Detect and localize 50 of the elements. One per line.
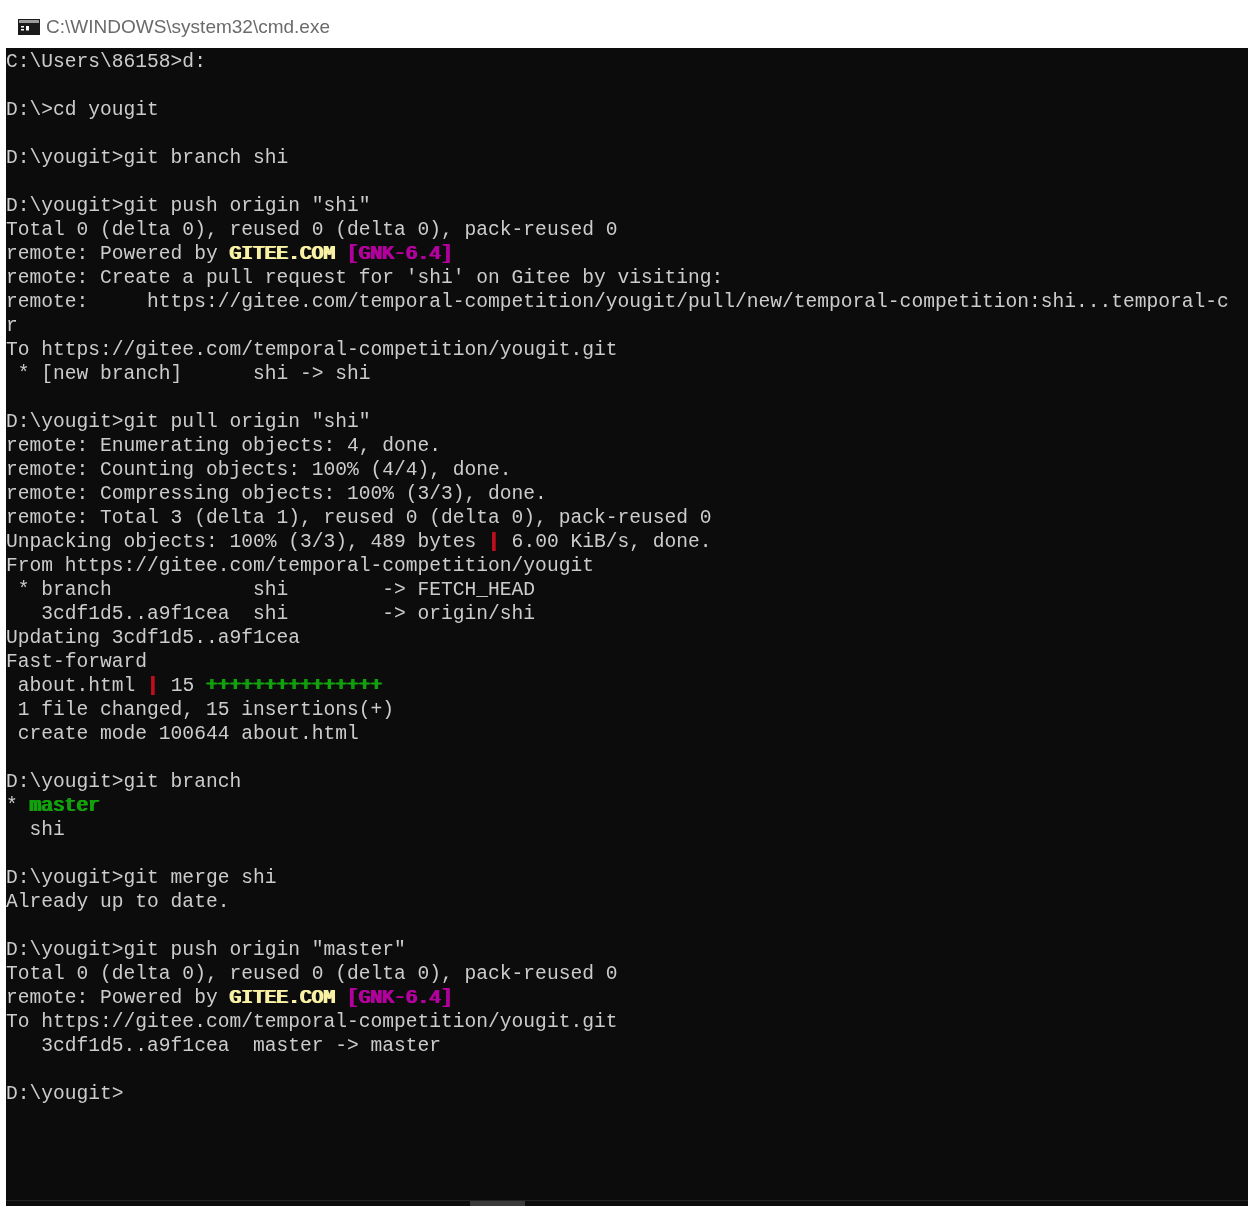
console-text: Unpacking objects: 100% (3/3), 489 bytes	[6, 531, 478, 553]
console-text: remote: https://gitee.com/temporal-competition/yougit/pull/new/temporal-competition:shi...temporal-c	[6, 291, 1229, 313]
console-text: Total 0 (delta 0), reused 0 (delta 0), pack-reused 0	[6, 963, 618, 985]
console-text: D:\yougit>git merge shi	[6, 867, 277, 889]
console-text: 15	[169, 675, 196, 697]
highlighted-text: |	[147, 675, 159, 697]
console-text: Already up to date.	[6, 891, 230, 913]
horizontal-scrollbar[interactable]	[6, 1200, 1248, 1206]
console-text: 1 file changed, 15 insertions(+)	[16, 699, 395, 721]
highlighted-text: master	[29, 795, 101, 817]
console-text: shi	[28, 819, 65, 841]
console-text: Total 0 (delta 0), reused 0 (delta 0), pack-reused 0	[6, 219, 618, 241]
console-text: D:\>cd yougit	[6, 99, 159, 121]
console-text: Updating 3cdf1d5..a9f1cea	[6, 627, 300, 649]
console-text: remote: Powered by	[6, 243, 219, 265]
console-text: about.html	[16, 675, 137, 697]
console-text: 6.00 KiB/s, done.	[510, 531, 712, 553]
console-text: D:\yougit>git push origin "master"	[6, 939, 406, 961]
scrollbar-thumb[interactable]	[470, 1201, 525, 1206]
console-text: create mode 100644 about.html	[16, 723, 359, 745]
console-text: *	[6, 795, 19, 817]
console-text: To https://gitee.com/temporal-competition/yougit.git	[6, 339, 618, 361]
console-text: From https://gitee.com/temporal-competition/yougit	[6, 555, 594, 577]
console-text: Fast-forward	[6, 651, 148, 673]
console-text: To https://gitee.com/temporal-competition/yougit.git	[6, 1011, 618, 1033]
console-text: C:\Users\86158>d:	[6, 51, 206, 73]
highlighted-text: [GNK-6.4]	[346, 243, 453, 265]
console-text: D:\yougit>git branch	[6, 771, 242, 793]
highlighted-text: GITEE.COM	[229, 987, 336, 1009]
highlighted-text: |	[488, 531, 500, 553]
console-icon	[18, 19, 40, 35]
console-text: * [new branch] shi -> shi	[16, 363, 371, 385]
highlighted-text: [GNK-6.4]	[346, 987, 453, 1009]
highlighted-text: GITEE.COM	[229, 243, 336, 265]
console-text: 3cdf1d5..a9f1cea shi -> origin/shi	[40, 603, 536, 625]
console-text: D:\yougit>	[6, 1083, 124, 1105]
highlighted-text: +++++++++++++++	[205, 675, 383, 697]
console-text: remote: Total 3 (delta 1), reused 0 (delta 0), pack-reused 0	[6, 507, 712, 529]
console-text: r	[6, 315, 18, 337]
console-text: remote: Enumerating objects: 4, done.	[6, 435, 442, 457]
console-text: D:\yougit>git branch shi	[6, 147, 289, 169]
window-title: C:\WINDOWS\system32\cmd.exe	[46, 14, 330, 39]
console-text: remote: Compressing objects: 100% (3/3), done.	[6, 483, 547, 505]
console-text: remote: Create a pull request for 'shi' on Gitee by visiting:	[6, 267, 724, 289]
console-text: D:\yougit>git pull origin "shi"	[6, 411, 371, 433]
console-text: D:\yougit>git push origin "shi"	[6, 195, 371, 217]
console-text: remote: Powered by	[6, 987, 219, 1009]
console-text: * branch shi -> FETCH_HEAD	[16, 579, 536, 601]
console-text: 3cdf1d5..a9f1cea master -> master	[40, 1035, 442, 1057]
console-text: remote: Counting objects: 100% (4/4), done.	[6, 459, 512, 481]
